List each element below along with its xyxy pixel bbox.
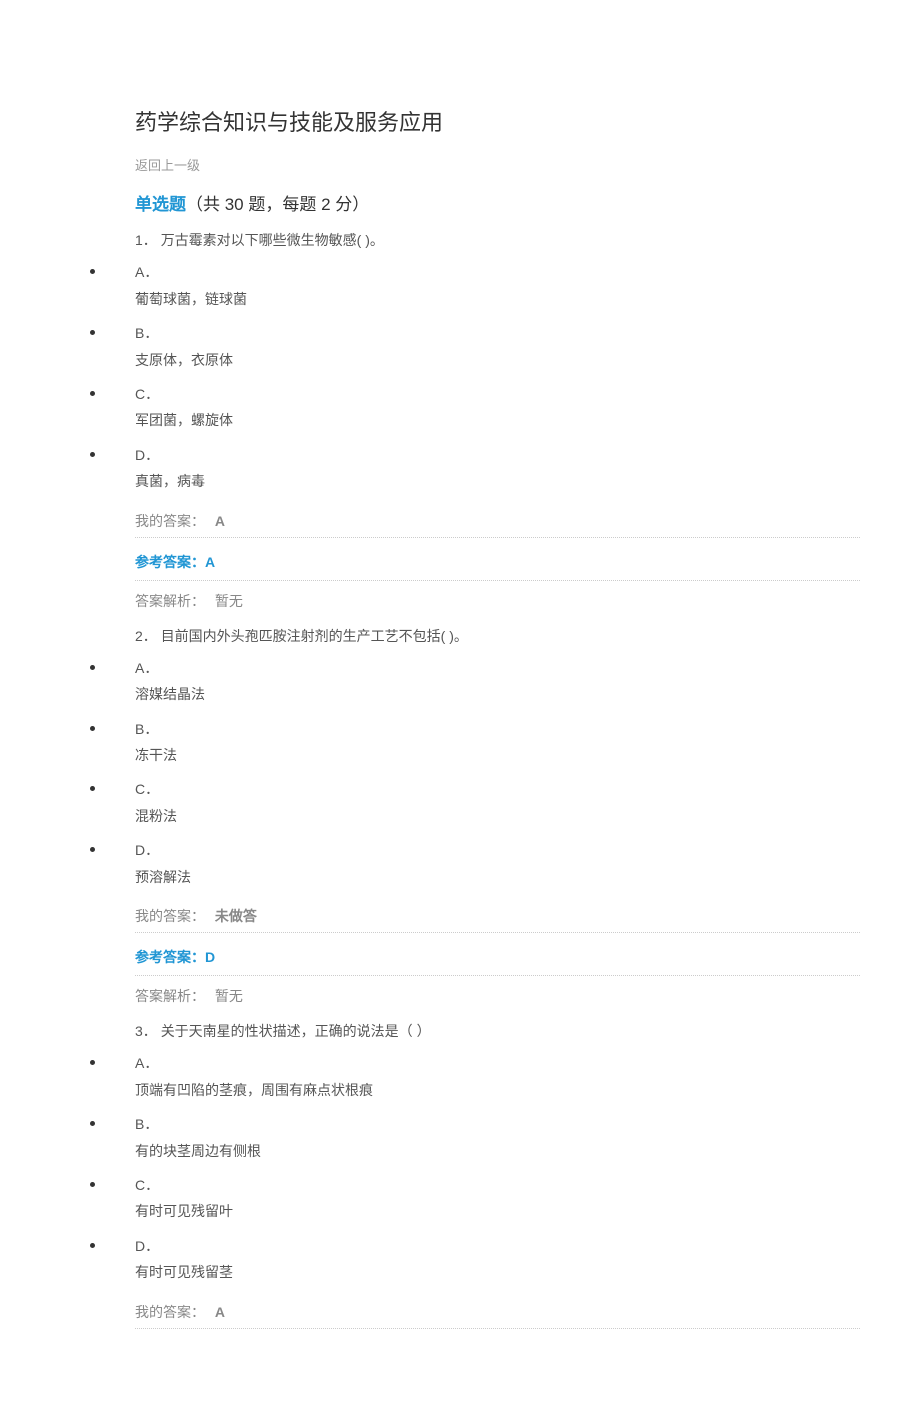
ref-answer-label: 参考答案： — [135, 949, 205, 965]
bullet-icon — [90, 1243, 95, 1248]
bullet-icon — [90, 1121, 95, 1126]
my-answer-row: 我的答案： A — [135, 1296, 860, 1329]
option-text: 冻干法 — [135, 744, 860, 766]
option-label: A． — [135, 657, 860, 679]
option-list: A． 顶端有凹陷的茎痕，周围有麻点状根痕 B． 有的块茎周边有侧根 C． 有时可… — [135, 1052, 860, 1293]
option-label: B． — [135, 1113, 860, 1135]
list-item: D． 有时可见残留茎 — [135, 1235, 860, 1294]
option-text: 有时可见残留茎 — [135, 1261, 860, 1283]
analysis-label: 答案解析： — [135, 593, 205, 609]
option-label: D． — [135, 839, 860, 861]
bullet-icon — [90, 452, 95, 457]
question-text: 1． 万古霉素对以下哪些微生物敏感( )。 — [135, 229, 860, 251]
section-header: 单选题（共 30 题，每题 2 分） — [135, 190, 860, 215]
list-item: A． 溶媒结晶法 — [135, 657, 860, 716]
option-text: 真菌，病毒 — [135, 470, 860, 492]
my-answer-label: 我的答案： — [135, 908, 205, 924]
option-label: D． — [135, 444, 860, 466]
ref-answer-value: A — [205, 554, 215, 570]
section-type: 单选题 — [135, 195, 186, 214]
question-text: 3． 关于天南星的性状描述，正确的说法是（ ） — [135, 1020, 860, 1042]
analysis-value: 暂无 — [215, 593, 243, 609]
bullet-icon — [90, 1182, 95, 1187]
option-text: 支原体，衣原体 — [135, 349, 860, 371]
option-text: 顶端有凹陷的茎痕，周围有麻点状根痕 — [135, 1079, 860, 1101]
my-answer-row: 我的答案： 未做答 — [135, 900, 860, 933]
option-text: 预溶解法 — [135, 866, 860, 888]
option-list: A． 葡萄球菌，链球菌 B． 支原体，衣原体 C． 军团菌，螺旋体 — [135, 261, 860, 502]
ref-answer-row: 参考答案：D — [135, 939, 860, 976]
my-answer-label: 我的答案： — [135, 513, 205, 529]
analysis-row: 答案解析： 暂无 — [135, 587, 860, 625]
option-label: A． — [135, 261, 860, 283]
bullet-icon — [90, 665, 95, 670]
list-item: C． 有时可见残留叶 — [135, 1174, 860, 1233]
list-item: B． 支原体，衣原体 — [135, 322, 860, 381]
my-answer-value: A — [215, 1304, 225, 1320]
back-link[interactable]: 返回上一级 — [135, 155, 860, 174]
bullet-icon — [90, 726, 95, 731]
list-item: B． 有的块茎周边有侧根 — [135, 1113, 860, 1172]
list-item: D． 预溶解法 — [135, 839, 860, 898]
my-answer-value: A — [215, 513, 225, 529]
option-label: C． — [135, 778, 860, 800]
option-text: 混粉法 — [135, 805, 860, 827]
option-list: A． 溶媒结晶法 B． 冻干法 C． 混粉法 — [135, 657, 860, 898]
option-text: 溶媒结晶法 — [135, 683, 860, 705]
analysis-row: 答案解析： 暂无 — [135, 982, 860, 1020]
bullet-icon — [90, 391, 95, 396]
question-text: 2． 目前国内外头孢匹胺注射剂的生产工艺不包括( )。 — [135, 625, 860, 647]
list-item: C． 军团菌，螺旋体 — [135, 383, 860, 442]
option-text: 军团菌，螺旋体 — [135, 409, 860, 431]
list-item: C． 混粉法 — [135, 778, 860, 837]
list-item: A． 顶端有凹陷的茎痕，周围有麻点状根痕 — [135, 1052, 860, 1111]
bullet-icon — [90, 269, 95, 274]
section-info: （共 30 题，每题 2 分） — [186, 195, 369, 214]
ref-answer-label: 参考答案： — [135, 554, 205, 570]
list-item: D． 真菌，病毒 — [135, 444, 860, 503]
page-title: 药学综合知识与技能及服务应用 — [135, 105, 860, 137]
option-text: 葡萄球菌，链球菌 — [135, 288, 860, 310]
option-label: B． — [135, 718, 860, 740]
option-label: C． — [135, 383, 860, 405]
bullet-icon — [90, 1060, 95, 1065]
bullet-icon — [90, 330, 95, 335]
option-text: 有的块茎周边有侧根 — [135, 1140, 860, 1162]
bullet-icon — [90, 786, 95, 791]
option-label: A． — [135, 1052, 860, 1074]
document-container: 药学综合知识与技能及服务应用 返回上一级 单选题（共 30 题，每题 2 分） … — [0, 105, 920, 1329]
analysis-value: 暂无 — [215, 988, 243, 1004]
my-answer-value: 未做答 — [215, 908, 257, 924]
ref-answer-value: D — [205, 949, 215, 965]
ref-answer-row: 参考答案：A — [135, 544, 860, 581]
option-text: 有时可见残留叶 — [135, 1200, 860, 1222]
bullet-icon — [90, 847, 95, 852]
option-label: D． — [135, 1235, 860, 1257]
my-answer-label: 我的答案： — [135, 1304, 205, 1320]
option-label: C． — [135, 1174, 860, 1196]
option-label: B． — [135, 322, 860, 344]
list-item: A． 葡萄球菌，链球菌 — [135, 261, 860, 320]
analysis-label: 答案解析： — [135, 988, 205, 1004]
my-answer-row: 我的答案： A — [135, 505, 860, 538]
list-item: B． 冻干法 — [135, 718, 860, 777]
